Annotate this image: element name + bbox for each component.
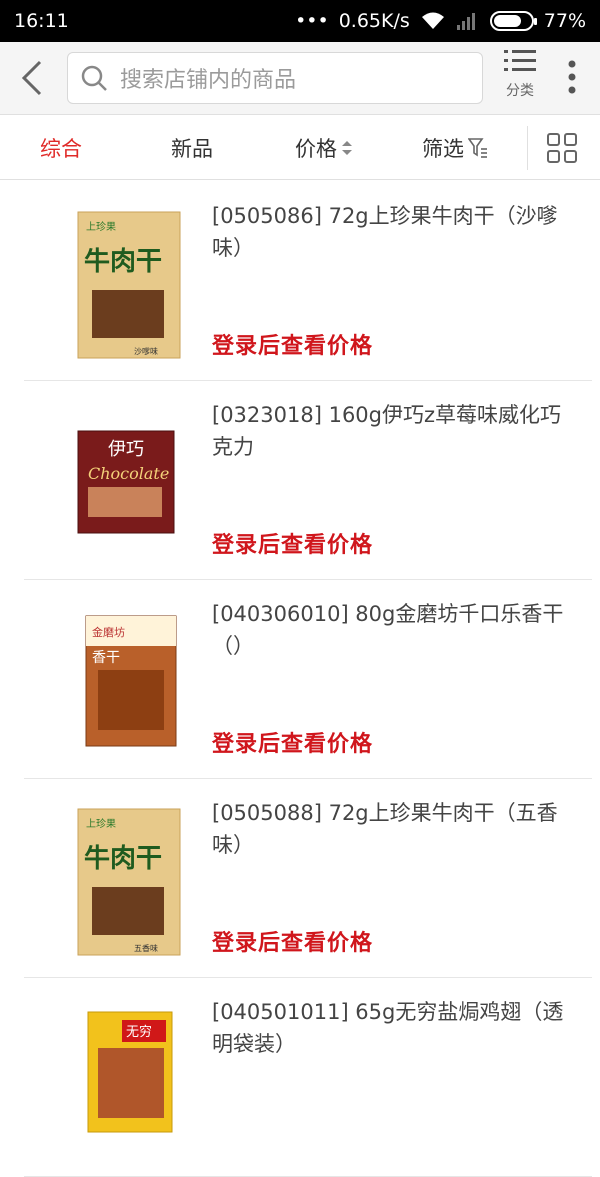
sort-tab-label: 筛选 [422, 137, 464, 161]
product-item[interactable]: 伊巧 Chocolate [0323018] 160g伊巧z草莓味威化巧克力 登… [24, 381, 592, 580]
svg-text:伊巧: 伊巧 [108, 439, 144, 460]
sort-tab-label: 价格 [295, 137, 337, 161]
product-name[interactable]: [0505086] 72g上珍果牛肉干（沙嗲味） [212, 200, 572, 264]
product-item[interactable]: 上珍果 牛肉干 五香味 [0505088] 72g上珍果牛肉干（五香味） 登录后… [24, 779, 592, 978]
search-icon [81, 65, 107, 91]
product-item[interactable]: 无穷 [040501011] 65g无穷盐焗鸡翅（透明袋装） [24, 978, 592, 1177]
product-item[interactable]: 金磨坊 香干 [040306010] 80g金磨坊千口乐香干（） 登录后查看价格 [24, 580, 592, 779]
product-price: 登录后查看价格 [212, 334, 374, 359]
filter-icon [468, 138, 487, 158]
svg-text:五香味: 五香味 [134, 943, 158, 953]
signal-icon [456, 13, 475, 30]
product-name[interactable]: [040501011] 65g无穷盐焗鸡翅（透明袋装） [212, 996, 572, 1060]
product-price: 登录后查看价格 [212, 732, 374, 757]
sort-arrows-icon [342, 141, 352, 155]
product-price: 登录后查看价格 [212, 931, 374, 956]
product-price: 登录后查看价格 [212, 533, 374, 558]
product-name[interactable]: [0505088] 72g上珍果牛肉干（五香味） [212, 797, 572, 861]
battery-fill [493, 15, 522, 27]
svg-text:上珍果: 上珍果 [86, 818, 116, 830]
svg-text:牛肉干: 牛肉干 [84, 844, 162, 874]
svg-text:无穷: 无穷 [126, 1024, 152, 1040]
product-name[interactable]: [0323018] 160g伊巧z草莓味威化巧克力 [212, 399, 572, 463]
sort-bar: 综合 新品 价格 筛选 [0, 116, 600, 180]
dots-icon: ••• [295, 10, 329, 32]
product-name[interactable]: [040306010] 80g金磨坊千口乐香干（） [212, 598, 572, 662]
category-button[interactable]: 分类 [495, 48, 545, 110]
top-bar: 搜索店铺内的商品 分类 [0, 42, 600, 115]
sort-divider [527, 126, 528, 170]
svg-text:金磨坊: 金磨坊 [92, 625, 125, 639]
product-image[interactable]: 上珍果 牛肉干 五香味 [48, 799, 188, 959]
product-list: 上珍果 牛肉干 沙嗲味 [0505086] 72g上珍果牛肉干（沙嗲味） 登录后… [0, 182, 600, 1177]
wifi-icon [421, 12, 444, 29]
svg-text:上珍果: 上珍果 [86, 221, 116, 233]
product-image[interactable]: 上珍果 牛肉干 沙嗲味 [48, 202, 188, 362]
product-item[interactable]: 上珍果 牛肉干 沙嗲味 [0505086] 72g上珍果牛肉干（沙嗲味） 登录后… [24, 182, 592, 381]
sort-tab-label: 综合 [40, 137, 82, 161]
sort-tab-price[interactable]: 价格 [295, 116, 353, 180]
svg-text:Chocolate: Chocolate [88, 464, 169, 483]
back-button[interactable] [0, 42, 64, 115]
product-image[interactable]: 无穷 [48, 998, 188, 1158]
product-image[interactable]: 伊巧 Chocolate [48, 401, 188, 561]
more-button[interactable] [556, 52, 588, 102]
grid-view-button[interactable] [540, 130, 584, 166]
search-placeholder: 搜索店铺内的商品 [120, 68, 297, 93]
grid-icon [547, 133, 577, 163]
svg-text:香干: 香干 [92, 650, 120, 666]
network-speed: 0.65K/s [338, 10, 410, 32]
battery-icon [489, 11, 537, 31]
battery-percent: 77% [543, 10, 586, 32]
more-vertical-icon [568, 60, 576, 94]
back-arrow-icon [21, 60, 42, 96]
search-input[interactable]: 搜索店铺内的商品 [67, 52, 483, 104]
category-label: 分类 [506, 83, 534, 99]
status-time: 16:11 [14, 10, 69, 32]
svg-text:牛肉干: 牛肉干 [84, 247, 162, 277]
status-bar: 16:11 ••• 0.65K/s 77% [0, 0, 600, 42]
sort-tab-new[interactable]: 新品 [171, 116, 213, 180]
list-icon [504, 50, 536, 71]
sort-tab-comprehensive[interactable]: 综合 [40, 116, 82, 180]
sort-tab-label: 新品 [171, 137, 213, 161]
product-image[interactable]: 金磨坊 香干 [48, 600, 188, 760]
svg-text:沙嗲味: 沙嗲味 [134, 346, 158, 356]
sort-tab-filter[interactable]: 筛选 [422, 116, 488, 180]
